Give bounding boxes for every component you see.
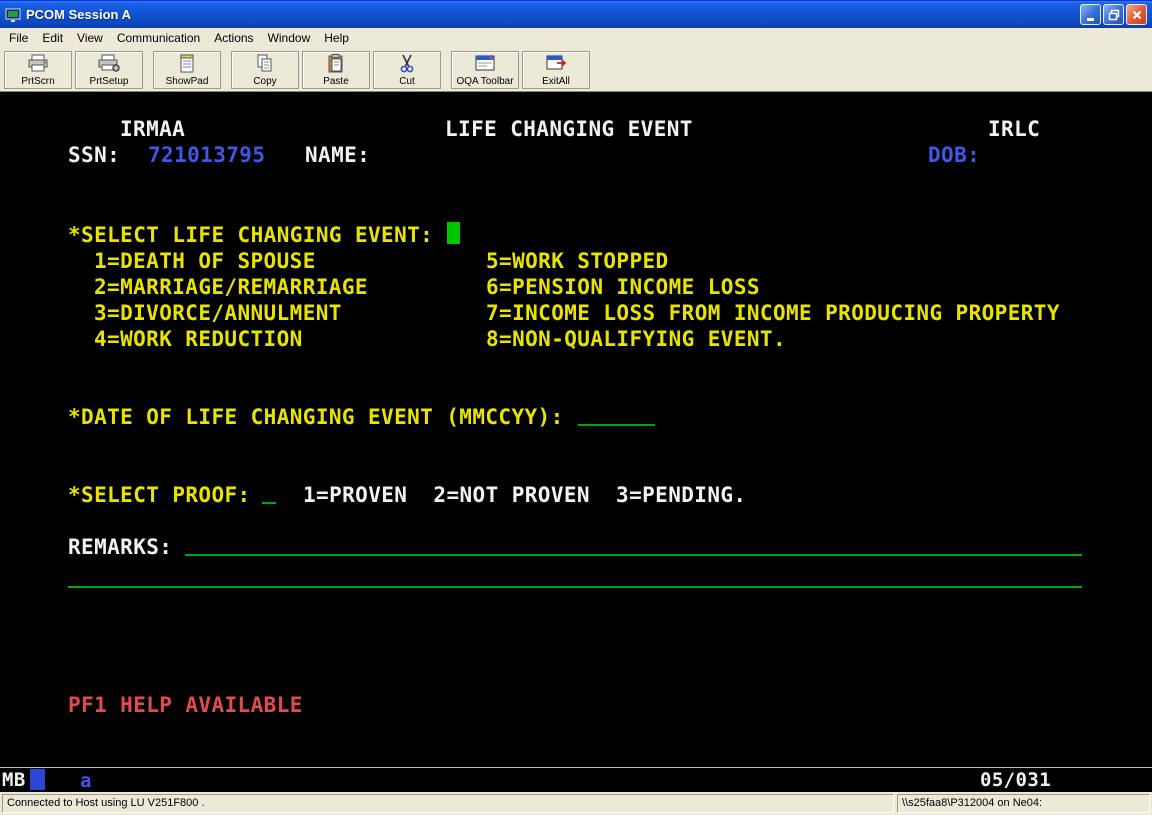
cut-button[interactable]: Cut <box>373 51 441 89</box>
ssn-label: SSN: <box>68 144 120 166</box>
terminal-screen[interactable]: IRMAA LIFE CHANGING EVENT IRLC SSN: 7210… <box>0 92 1152 767</box>
screen-title: LIFE CHANGING EVENT <box>445 118 693 140</box>
prtscrn-button[interactable]: PrtScrn <box>4 51 72 89</box>
proof-prompt: *SELECT PROOF: <box>68 484 251 506</box>
event-option-2: 2=MARRIAGE/REMARRIAGE <box>94 276 368 298</box>
oia-status: MB <box>2 769 26 791</box>
name-label: NAME: <box>305 144 370 166</box>
menu-item-help[interactable]: Help <box>317 29 356 47</box>
help-message: PF1 HELP AVAILABLE <box>68 694 303 716</box>
tool-label: PrtSetup <box>90 76 129 87</box>
restore-button[interactable] <box>1103 4 1124 25</box>
copy-icon <box>253 54 277 74</box>
statusbar: Connected to Host using LU V251F800 . \\… <box>0 792 1152 815</box>
event-option-8: 8=NON-QUALIFYING EVENT. <box>486 328 786 350</box>
oia-cursor-position: 05/031 <box>980 769 1051 791</box>
proof-options: 1=PROVEN 2=NOT PROVEN 3=PENDING. <box>303 484 746 506</box>
paste-icon <box>324 54 348 74</box>
ssn-value: 721013795 <box>148 144 265 166</box>
showpad-button[interactable]: ShowPad <box>153 51 221 89</box>
tool-label: PrtScrn <box>21 76 54 87</box>
print-setup-icon <box>97 54 121 74</box>
event-option-6: 6=PENSION INCOME LOSS <box>486 276 760 298</box>
event-option-5: 5=WORK STOPPED <box>486 250 669 272</box>
pcom-window: PCOM Session A File Edit View Communicat… <box>0 0 1152 815</box>
tool-label: ShowPad <box>166 76 209 87</box>
event-option-4: 4=WORK REDUCTION <box>94 328 303 350</box>
oia-session-letter: a <box>80 770 92 792</box>
oia-status-row: MB a 05/031 <box>0 767 1152 792</box>
oia-indicator-block <box>30 769 45 790</box>
minimize-icon <box>1084 8 1098 22</box>
program-code-right: IRLC <box>988 118 1040 140</box>
minimize-button[interactable] <box>1080 4 1101 25</box>
host-info: \\s25faa8\P312004 on Ne04: <box>897 794 1150 813</box>
program-code-left: IRMAA <box>120 118 185 140</box>
menu-item-view[interactable]: View <box>70 29 110 47</box>
prtsetup-button[interactable]: PrtSetup <box>75 51 143 89</box>
proof-input-field[interactable] <box>262 502 276 504</box>
window-toolbar-icon <box>473 54 497 74</box>
remarks-input-field-line2[interactable] <box>68 586 1082 588</box>
notepad-icon <box>175 54 199 74</box>
remarks-input-field-line1[interactable] <box>185 554 1082 556</box>
toolbar: PrtScrn PrtSetup <box>0 48 1152 92</box>
menubar: File Edit View Communication Actions Win… <box>0 28 1152 48</box>
date-prompt: *DATE OF LIFE CHANGING EVENT (MMCCYY): <box>68 406 564 428</box>
date-input-field[interactable] <box>578 424 655 426</box>
menu-item-communication[interactable]: Communication <box>110 29 207 47</box>
dob-label: DOB: <box>928 144 980 166</box>
menu-item-actions[interactable]: Actions <box>207 29 260 47</box>
select-event-input-cursor[interactable] <box>447 222 460 244</box>
tool-label: Copy <box>253 76 276 87</box>
tool-label: ExitAll <box>542 76 570 87</box>
event-option-1: 1=DEATH OF SPOUSE <box>94 250 316 272</box>
print-screen-icon <box>26 54 50 74</box>
menu-item-edit[interactable]: Edit <box>35 29 70 47</box>
close-icon <box>1130 8 1144 22</box>
tool-label: Paste <box>323 76 349 87</box>
app-icon <box>4 6 22 24</box>
event-option-3: 3=DIVORCE/ANNULMENT <box>94 302 342 324</box>
copy-button[interactable]: Copy <box>231 51 299 89</box>
menu-item-file[interactable]: File <box>2 29 35 47</box>
tool-label: Cut <box>399 76 415 87</box>
select-event-prompt: *SELECT LIFE CHANGING EVENT: <box>68 224 433 246</box>
close-button[interactable] <box>1126 4 1147 25</box>
window-title: PCOM Session A <box>26 7 1078 22</box>
paste-button[interactable]: Paste <box>302 51 370 89</box>
restore-icon <box>1107 8 1121 22</box>
oqa-toolbar-button[interactable]: OQA Toolbar <box>451 51 519 89</box>
remarks-label: REMARKS: <box>68 536 172 558</box>
exit-all-icon <box>544 54 568 74</box>
scissors-icon <box>395 54 419 74</box>
exitall-button[interactable]: ExitAll <box>522 51 590 89</box>
event-option-7: 7=INCOME LOSS FROM INCOME PRODUCING PROP… <box>486 302 1060 324</box>
connection-status: Connected to Host using LU V251F800 . <box>2 794 894 813</box>
tool-label: OQA Toolbar <box>456 76 513 87</box>
menu-item-window[interactable]: Window <box>261 29 318 47</box>
titlebar: PCOM Session A <box>0 0 1152 28</box>
